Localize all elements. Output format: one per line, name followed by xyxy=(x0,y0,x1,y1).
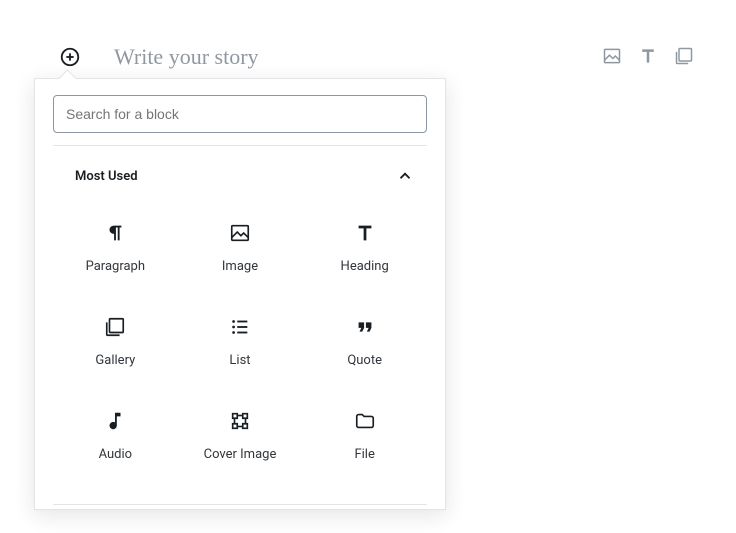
block-list[interactable]: List xyxy=(178,294,303,388)
heading-shortcut-icon[interactable] xyxy=(636,44,660,68)
block-gallery[interactable]: Gallery xyxy=(53,294,178,388)
block-label: Image xyxy=(222,259,258,274)
block-label: File xyxy=(354,447,374,462)
file-icon xyxy=(353,409,377,433)
block-quote[interactable]: Quote xyxy=(302,294,427,388)
block-label: Audio xyxy=(99,447,132,462)
block-search-input[interactable] xyxy=(53,95,427,133)
block-cover-image[interactable]: Cover Image xyxy=(178,388,303,482)
add-block-button[interactable] xyxy=(58,45,82,69)
heading-icon xyxy=(353,221,377,245)
block-label: Cover Image xyxy=(204,447,277,462)
block-paragraph[interactable]: Paragraph xyxy=(53,200,178,294)
list-icon xyxy=(228,315,252,339)
audio-icon xyxy=(103,409,127,433)
block-label: List xyxy=(229,353,250,368)
gallery-shortcut-icon[interactable] xyxy=(672,44,696,68)
block-audio[interactable]: Audio xyxy=(53,388,178,482)
editor-placeholder[interactable]: Write your story xyxy=(114,44,259,70)
image-shortcut-icon[interactable] xyxy=(600,44,624,68)
block-list-scroll[interactable]: Most Used Paragraph Image xyxy=(35,145,445,509)
editor-row: Write your story xyxy=(0,0,736,70)
image-icon xyxy=(228,221,252,245)
cover-image-icon xyxy=(228,409,252,433)
block-label: Quote xyxy=(347,353,382,368)
most-used-section-header[interactable]: Most Used xyxy=(53,156,427,200)
block-label: Gallery xyxy=(95,353,135,368)
block-image[interactable]: Image xyxy=(178,200,303,294)
gallery-icon xyxy=(103,315,127,339)
block-inserter-popover: Most Used Paragraph Image xyxy=(34,78,446,510)
divider xyxy=(53,145,427,146)
block-grid: Paragraph Image Heading Gallery xyxy=(53,200,427,498)
paragraph-icon xyxy=(103,221,127,245)
block-file[interactable]: File xyxy=(302,388,427,482)
section-title: Most Used xyxy=(75,169,138,184)
block-heading[interactable]: Heading xyxy=(302,200,427,294)
chevron-up-icon xyxy=(395,166,415,186)
quote-icon xyxy=(353,315,377,339)
block-label: Heading xyxy=(341,259,389,274)
block-shortcuts-toolbar xyxy=(600,44,696,68)
block-label: Paragraph xyxy=(86,259,145,274)
search-wrap xyxy=(35,79,445,145)
